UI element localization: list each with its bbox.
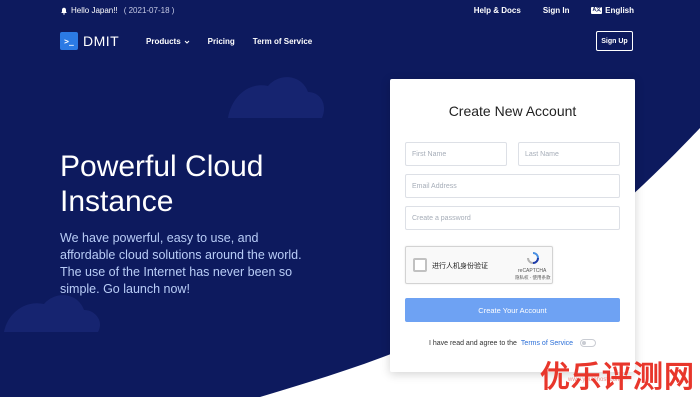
sign-up-button[interactable]: Sign Up: [596, 31, 633, 51]
toggle-knob: [582, 341, 587, 345]
agree-toggle[interactable]: [580, 339, 597, 347]
terminal-icon: >_: [60, 32, 78, 50]
hero-headline: Powerful Cloud Instance: [60, 150, 264, 218]
recaptcha-links[interactable]: 隐私权 - 使用条款: [515, 275, 551, 281]
help-docs-link[interactable]: Help & Docs: [474, 6, 521, 15]
bell-icon: [61, 7, 67, 15]
language-selector[interactable]: A文 English: [591, 6, 634, 15]
nav-item-label: Products: [146, 37, 181, 46]
language-label: English: [605, 6, 634, 15]
logo[interactable]: >_ DMIT: [60, 32, 119, 50]
last-name-field[interactable]: Last Name: [518, 142, 620, 166]
logo-text: DMIT: [83, 33, 120, 49]
nav-item-terms[interactable]: Term of Service: [253, 37, 312, 46]
form-title: Create New Account: [448, 103, 577, 119]
password-field[interactable]: Create a password: [405, 206, 620, 230]
nav-item-products[interactable]: Products: [146, 37, 190, 46]
greeting: Hello Japan!! ( 2021-07-18 ): [60, 6, 174, 15]
recaptcha-icon: [527, 252, 539, 264]
create-account-card: Create New Account First Name Last Name …: [390, 79, 635, 372]
recaptcha-widget: 进行人机身份验证 reCAPTCHA 隐私权 - 使用条款: [405, 246, 553, 284]
translate-icon: A文: [591, 7, 603, 14]
watermark-url: www.youlehost.com: [568, 377, 622, 383]
sign-in-link[interactable]: Sign In: [543, 6, 570, 15]
watermark-logo: 优乐评测网: [540, 360, 695, 395]
main-navbar: >_ DMIT Products Pricing Term of Service…: [0, 26, 700, 56]
terms-agreement: I have read and agree to the Terms of Se…: [390, 339, 635, 347]
recaptcha-checkbox[interactable]: [413, 258, 427, 272]
terms-link[interactable]: Terms of Service: [521, 340, 573, 347]
agree-text: I have read and agree to the: [428, 339, 517, 347]
first-name-field[interactable]: First Name: [405, 142, 507, 166]
recaptcha-label: 进行人机身份验证: [432, 263, 488, 270]
hero-subtext: We have powerful, easy to use, and affor…: [60, 231, 302, 296]
nav-item-pricing[interactable]: Pricing: [208, 37, 235, 46]
nav-menu: Products Pricing Term of Service: [146, 37, 312, 46]
email-field[interactable]: Email Address: [405, 174, 620, 198]
recaptcha-brand: reCAPTCHA: [518, 268, 547, 274]
top-bar: Hello Japan!! ( 2021-07-18 ) Help & Docs…: [0, 0, 700, 22]
date-text: ( 2021-07-18 ): [123, 6, 175, 15]
create-account-button[interactable]: Create Your Account: [405, 298, 620, 322]
chevron-down-icon: [184, 40, 190, 44]
greeting-text: Hello Japan!!: [71, 6, 118, 15]
